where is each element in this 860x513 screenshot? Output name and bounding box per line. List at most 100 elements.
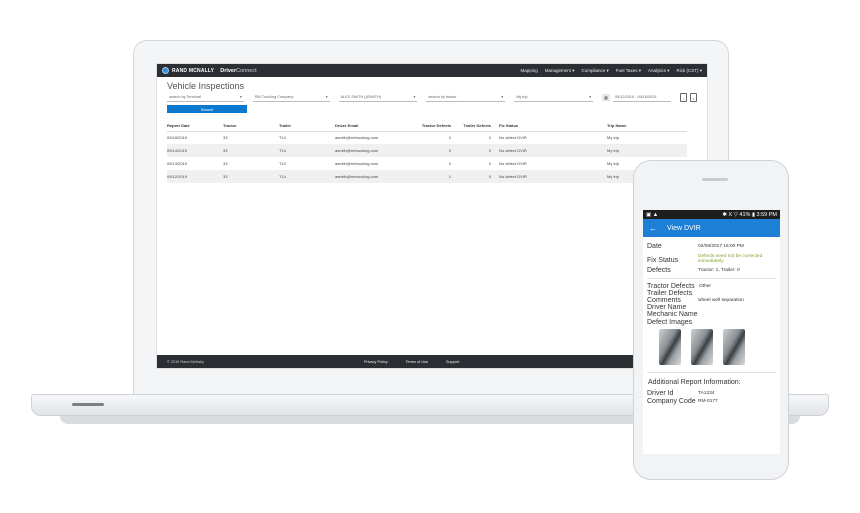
images-heading: Defect Images — [647, 319, 776, 326]
field-value: wheel well separation — [698, 298, 744, 303]
cell-trailer-defects: 0 — [488, 135, 491, 141]
col-trip-name[interactable]: Trip Name — [607, 121, 687, 132]
defect-images-label: Defect Images — [647, 319, 693, 326]
cell-fix-status: No defect DVIR — [499, 170, 607, 183]
phone-status-bar: ▣ ▲ ✱ X ▽ 41% ▮ 3:59 PM — [643, 210, 780, 219]
col-tractor-defects[interactable]: Tractor Defects — [411, 121, 459, 132]
field-label: Fix Status — [647, 257, 679, 264]
cell-tractor-defects: 0 — [411, 144, 459, 157]
cell-trailer-defects: 0 — [459, 170, 499, 183]
back-arrow-icon[interactable]: ← — [649, 224, 657, 233]
nav-item-compliance[interactable]: Compliance ▾ — [582, 68, 609, 74]
footer-links: Privacy Policy Terms of Use Support — [364, 360, 459, 364]
cell-tractor-defects: 1 — [411, 170, 459, 183]
field-row: Driver Id TA1234 — [647, 390, 776, 397]
page-title: Vehicle Inspections — [167, 81, 245, 91]
defect-image-thumbnail[interactable] — [723, 329, 745, 365]
cell-trailer: T14 — [279, 144, 335, 157]
cell-trailer-defects: 0 — [488, 161, 491, 166]
field-row: Date 02/08/2017 16:00 PM — [647, 243, 776, 250]
cell-tractor: 33 — [223, 135, 228, 141]
cell-trailer-defects: 0 — [459, 144, 499, 157]
col-trailer[interactable]: Trailer — [279, 121, 335, 132]
col-report-date[interactable]: Report Date — [167, 121, 223, 132]
field-value: RM-0177 — [698, 399, 718, 404]
cell-driver-email: asmith@rmtrucking.com — [335, 170, 411, 183]
field-row: Defects Tractor: 1, Trailer: 0 — [647, 267, 776, 274]
field-label: Driver Name — [647, 304, 687, 311]
company-select[interactable]: RM Trucking Company ▾ — [252, 94, 330, 102]
export-icons: ▪ ≡ — [680, 93, 697, 102]
table-row[interactable]: 09/14/2019 33 T14 asmith@rmtrucking.com … — [167, 144, 687, 157]
table-row[interactable]: 09/12/2019 33 T14 asmith@rmtrucking.com … — [167, 170, 687, 183]
laptop-notch — [72, 403, 104, 406]
field-row: Driver Name — [647, 304, 776, 311]
table-row[interactable]: 09/13/2019 33 T14 asmith@rmtrucking.com … — [167, 157, 687, 170]
cell-fix-status: No defect DVIR — [499, 144, 607, 157]
phone-title: View DVIR — [667, 224, 701, 232]
field-row: Company Code RM-0177 — [647, 398, 776, 405]
phone-screen: ▣ ▲ ✱ X ▽ 41% ▮ 3:59 PM ← View DVIR Date… — [643, 210, 780, 454]
cell-tractor: 33 — [223, 161, 228, 166]
cell-tractor: 33 — [223, 144, 279, 157]
chevron-down-icon: ▾ — [325, 95, 328, 99]
notification-icons: ▣ ▲ — [646, 211, 659, 218]
trip-select-value: My trip — [516, 95, 528, 99]
tractor-select[interactable]: search by tractor ▾ — [426, 94, 506, 102]
pdf-export-icon[interactable]: ▪ — [680, 93, 687, 102]
product-strong: Driver — [220, 67, 237, 74]
field-row: Tractor Defects Other — [647, 283, 776, 290]
cell-report-date: 09/12/2019 — [167, 170, 223, 183]
date-range-value: 09/12/2019 - 09/18/2019 — [612, 94, 671, 102]
calendar-icon[interactable]: ▦ — [601, 94, 610, 101]
terms-of-use-link[interactable]: Terms of Use — [406, 360, 428, 364]
product-light: Connect — [236, 67, 257, 74]
terminal-select[interactable]: search by Terminal ▾ — [167, 94, 244, 102]
defect-image-thumbnail[interactable] — [691, 329, 713, 365]
field-value: 02/08/2017 16:00 PM — [698, 244, 744, 249]
field-row: Comments wheel well separation — [647, 297, 776, 304]
support-link[interactable]: Support — [446, 360, 459, 364]
filter-bar: search by Terminal ▾ RM Trucking Company ▾… — [157, 91, 707, 104]
divider — [647, 372, 776, 373]
divider — [647, 278, 776, 279]
col-tractor[interactable]: Tractor — [223, 121, 279, 132]
brand-name: RAND MCNALLY — [172, 67, 215, 74]
nav-item-user[interactable]: Rick (CST) ▾ — [676, 68, 702, 74]
nav-item-fuel-taxes[interactable]: Fuel Taxes ▾ — [616, 68, 641, 74]
col-trailer-defects[interactable]: Trailer Defects — [459, 121, 499, 132]
field-value: Other — [699, 284, 711, 289]
tractor-select-value: search by tractor — [428, 95, 457, 99]
top-nav: RAND MCNALLY DriverConnect Mapping Manag… — [157, 64, 707, 77]
page-footer: © 2019 Rand McNally Privacy Policy Terms… — [157, 355, 707, 368]
field-value: Tractor: 1, Trailer: 0 — [698, 268, 740, 273]
field-label: Tractor Defects — [647, 283, 695, 290]
date-range-field[interactable]: ▦ 09/12/2019 - 09/18/2019 — [601, 94, 671, 102]
privacy-policy-link[interactable]: Privacy Policy — [364, 360, 388, 364]
brand-logo[interactable]: RAND MCNALLY — [162, 67, 214, 74]
field-row: Fix Status Defects need not be corrected… — [647, 253, 776, 264]
col-driver-email[interactable]: Driver Email — [335, 121, 411, 132]
defect-image-thumbnail[interactable] — [659, 329, 681, 365]
col-fix-status[interactable]: Fix Status — [499, 121, 607, 132]
nav-item-analytics[interactable]: Analytics ▾ — [648, 68, 670, 74]
csv-export-icon[interactable]: ≡ — [690, 93, 697, 102]
cell-tractor: 33 — [223, 170, 279, 183]
cell-fix-status: No defect DVIR — [499, 161, 527, 166]
nav-menu: Mapping Management ▾ Compliance ▾ Fuel T… — [520, 68, 702, 74]
table-row[interactable]: 09/18/2019 33 T14 asmith@rmtrucking.com … — [167, 131, 687, 144]
phone-device: ▣ ▲ ✱ X ▽ 41% ▮ 3:59 PM ← View DVIR Date… — [633, 160, 789, 480]
field-label: Company Code — [647, 398, 696, 405]
company-select-value: RM Trucking Company — [254, 95, 294, 99]
nav-item-mapping[interactable]: Mapping — [520, 68, 537, 74]
trip-select[interactable]: My trip ▾ — [514, 94, 593, 102]
field-label: Comments — [647, 297, 681, 304]
phone-speaker — [702, 178, 728, 181]
globe-icon — [162, 67, 169, 74]
chevron-down-icon: ▾ — [501, 95, 504, 99]
status-right-text: ✱ X ▽ 41% ▮ 3:59 PM — [722, 211, 777, 218]
driver-select[interactable]: ALEX SMITH (ASMITH) ▾ — [338, 94, 418, 102]
field-value: TA1234 — [698, 391, 715, 396]
nav-item-management[interactable]: Management ▾ — [545, 68, 575, 74]
search-button[interactable]: Search — [167, 105, 247, 113]
